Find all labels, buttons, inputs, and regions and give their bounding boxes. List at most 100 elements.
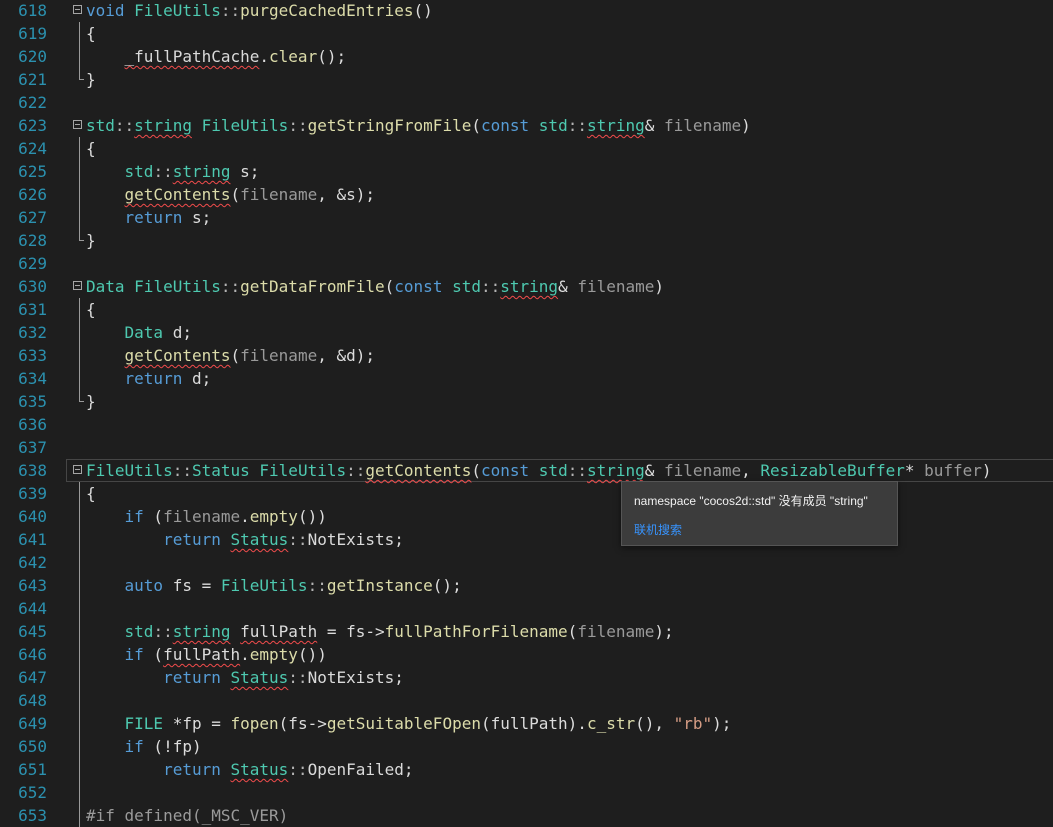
code-line[interactable]: 623 std::string FileUtils::getStringFromF…	[0, 114, 1053, 137]
code-line[interactable]: 652	[0, 781, 1053, 804]
line-number: 623	[18, 116, 47, 135]
code-token: ::	[220, 1, 241, 20]
search-online-link[interactable]: 联机搜索	[634, 521, 682, 538]
code-line[interactable]: 648	[0, 689, 1053, 712]
code-line[interactable]: 621}	[0, 68, 1053, 91]
error-tooltip: namespace "cocos2d::std" 没有成员 "string" 联…	[621, 481, 898, 546]
code-line[interactable]: 618 void FileUtils::purgeCachedEntries()	[0, 0, 1053, 22]
code-token: ();	[432, 576, 462, 595]
code-token: std	[124, 622, 154, 641]
outline-guide	[79, 781, 80, 804]
code-token: ::	[567, 116, 587, 135]
line-number: 622	[18, 93, 47, 112]
code-text: {	[86, 22, 96, 45]
code-token: #if defined(_MSC_VER)	[86, 806, 289, 825]
line-number: 653	[18, 806, 47, 825]
code-line[interactable]: 644	[0, 597, 1053, 620]
code-token: ::	[220, 277, 241, 296]
code-token: .	[240, 507, 250, 526]
code-line[interactable]: 642	[0, 551, 1053, 574]
code-line[interactable]: 622	[0, 91, 1053, 114]
error-token: string	[586, 461, 645, 480]
code-token: s;	[182, 208, 212, 227]
line-number: 644	[18, 599, 47, 618]
code-line[interactable]: 631 {	[0, 298, 1053, 321]
code-line[interactable]: 634 return d;	[0, 367, 1053, 390]
code-line[interactable]: 624 {	[0, 137, 1053, 160]
outline-guide	[79, 68, 84, 80]
code-text: _fullPathCache.clear();	[86, 45, 347, 68]
code-line[interactable]: 632 Data d;	[0, 321, 1053, 344]
code-line[interactable]: 635}	[0, 390, 1053, 413]
code-line[interactable]: 637	[0, 436, 1053, 459]
code-token: "rb"	[673, 714, 713, 733]
code-line[interactable]: 638 FileUtils::Status FileUtils::getConte…	[0, 459, 1053, 482]
line-number: 620	[18, 47, 47, 66]
code-line[interactable]: 629	[0, 252, 1053, 275]
line-number: 626	[18, 185, 47, 204]
code-token: )	[981, 461, 992, 480]
error-token: Status	[230, 760, 289, 779]
code-line[interactable]: 649 FILE *fp = fopen(fs->getSuitableFOpe…	[0, 712, 1053, 735]
line-number: 642	[18, 553, 47, 572]
code-token: FileUtils	[86, 461, 173, 480]
line-number: 619	[18, 24, 47, 43]
code-token: , &d);	[317, 346, 375, 365]
code-line[interactable]: 625 std::string s;	[0, 160, 1053, 183]
code-token: )	[654, 277, 665, 296]
code-token: ();	[317, 47, 347, 66]
code-line[interactable]: 651 return Status::OpenFailed;	[0, 758, 1053, 781]
collapse-icon[interactable]	[73, 5, 82, 14]
collapse-icon[interactable]	[73, 120, 82, 129]
code-token: ;	[394, 530, 404, 549]
error-token: Status	[230, 668, 289, 687]
code-token: }	[86, 392, 96, 411]
code-token: FileUtils	[220, 576, 308, 595]
code-line[interactable]: 626 getContents(filename, &s);	[0, 183, 1053, 206]
code-token: NotExists	[307, 668, 395, 687]
code-token: OpenFailed	[307, 760, 404, 779]
code-line[interactable]: 633 getContents(filename, &d);	[0, 344, 1053, 367]
code-token: filename	[664, 116, 742, 135]
code-line[interactable]: 653 #if defined(_MSC_VER)	[0, 804, 1053, 827]
outline-guide	[79, 482, 80, 505]
code-line[interactable]: 620 _fullPathCache.clear();	[0, 45, 1053, 68]
collapse-icon[interactable]	[73, 281, 82, 290]
code-token: filename	[577, 277, 655, 296]
code-line[interactable]: 646 if (fullPath.empty())	[0, 643, 1053, 666]
code-token: std	[124, 162, 154, 181]
code-token: filename	[664, 461, 742, 480]
code-line[interactable]: 636	[0, 413, 1053, 436]
line-number: 625	[18, 162, 47, 181]
code-line[interactable]: 645 std::string fullPath = fs->fullPathF…	[0, 620, 1053, 643]
code-token: = fs->	[317, 622, 385, 641]
code-text: std::string fullPath = fs->fullPathForFi…	[86, 620, 674, 643]
error-token: string	[172, 162, 231, 181]
code-token: getStringFromFile	[307, 116, 472, 135]
code-token: return	[163, 668, 221, 687]
code-token: (	[143, 645, 164, 664]
code-text: Data FileUtils::getDataFromFile(const st…	[86, 275, 664, 298]
code-text: }	[86, 229, 96, 252]
code-line[interactable]: 643 auto fs = FileUtils::getInstance();	[0, 574, 1053, 597]
code-editor[interactable]: 618 void FileUtils::purgeCachedEntries() 6…	[0, 0, 1053, 827]
outline-guide	[79, 390, 84, 402]
code-line[interactable]: 628}	[0, 229, 1053, 252]
code-line[interactable]: 650 if (!fp)	[0, 735, 1053, 758]
error-token: getContents	[124, 185, 231, 204]
code-line[interactable]: 619 {	[0, 22, 1053, 45]
code-token: filename	[163, 507, 241, 526]
outline-guide	[79, 298, 80, 321]
code-line[interactable]: 627 return s;	[0, 206, 1053, 229]
code-line[interactable]: 630 Data FileUtils::getDataFromFile(const…	[0, 275, 1053, 298]
code-line[interactable]: 647 return Status::NotExists;	[0, 666, 1053, 689]
collapse-icon[interactable]	[73, 465, 82, 474]
outline-guide	[79, 597, 80, 620]
code-token: .	[240, 645, 250, 664]
